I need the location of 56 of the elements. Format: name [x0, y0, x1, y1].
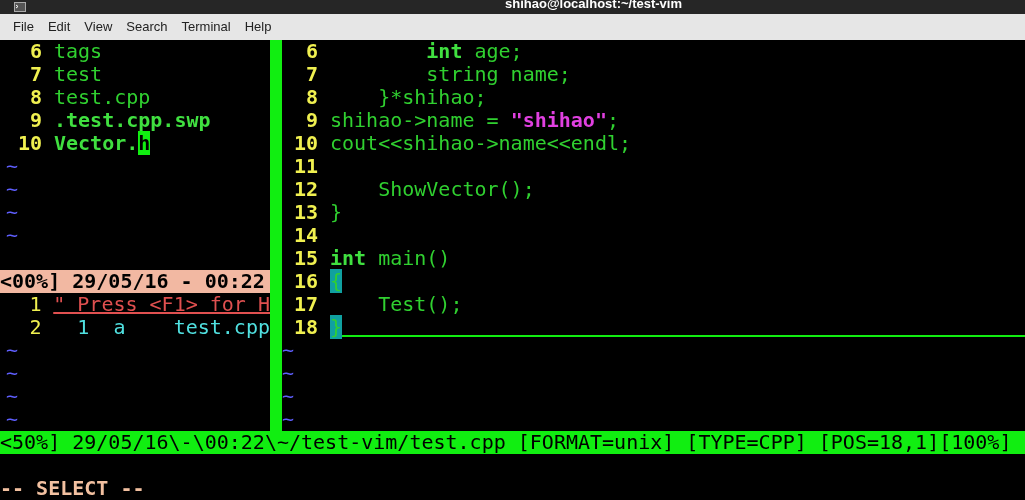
- empty-line-marker: ~: [282, 384, 295, 408]
- code-line: shihao->name = "shihao";: [330, 109, 619, 132]
- line-number: 12: [292, 178, 318, 201]
- line-number: 14: [292, 224, 318, 247]
- empty-line-marker: ~: [6, 338, 19, 362]
- empty-line-marker: ~: [6, 384, 19, 408]
- file-name: tags: [54, 40, 103, 63]
- code-line: cout<<shihao->name<<endl;: [330, 132, 632, 155]
- menu-item[interactable]: Help: [244, 17, 272, 37]
- file-name: test: [54, 63, 103, 86]
- mode-indicator: -- SELECT --: [0, 477, 146, 500]
- code-line: int age;: [425, 40, 523, 63]
- line-number: 10: [292, 132, 318, 155]
- empty-line-marker: ~: [282, 407, 295, 431]
- line-number: 13: [292, 201, 318, 224]
- empty-line-marker: ~: [6, 200, 19, 224]
- code-line: Test();: [377, 293, 463, 316]
- empty-line-marker: ~: [6, 154, 19, 178]
- code-line: int main(): [330, 247, 451, 270]
- empty-line-marker: ~: [6, 177, 19, 201]
- menu-item[interactable]: View: [84, 17, 113, 37]
- line-number: 9: [304, 109, 318, 132]
- empty-line-marker: ~: [282, 338, 295, 362]
- menu-item[interactable]: File: [13, 17, 34, 37]
- line-number: 11: [292, 155, 318, 178]
- menu-item[interactable]: Edit: [47, 17, 71, 37]
- line-number: 1: [28, 293, 42, 316]
- help-comment: " Press <F1> for H: [53, 293, 270, 316]
- line-number: 7: [28, 63, 42, 86]
- code-line: }: [330, 201, 343, 224]
- line-number: 18: [292, 316, 318, 339]
- empty-line-marker: ~: [6, 361, 19, 385]
- file-name: .test.cpp.swp: [54, 109, 211, 132]
- line-number: 6: [28, 40, 42, 63]
- code-line: }*shihao;: [377, 86, 487, 109]
- line-number: 8: [304, 86, 318, 109]
- line-number: 8: [28, 86, 42, 109]
- line-number: 9: [28, 109, 42, 132]
- file-name: test.cpp: [54, 86, 151, 109]
- file-name: Vector.h: [54, 132, 151, 155]
- line-number: 7: [304, 63, 318, 86]
- menu-item[interactable]: Terminal: [181, 17, 231, 37]
- empty-line-marker: ~: [282, 361, 295, 385]
- empty-line-marker: ~: [6, 223, 19, 247]
- code-line: ShowVector();: [377, 178, 535, 201]
- line-number: 16: [292, 270, 318, 293]
- buffer-entry: 1 a test.cpp: [76, 316, 270, 339]
- line-number: 6: [304, 40, 318, 63]
- line-number: 10: [16, 132, 42, 155]
- line-number: 17: [292, 293, 318, 316]
- line-number: 15: [292, 247, 318, 270]
- empty-line-marker: ~: [6, 407, 19, 431]
- menu-item[interactable]: Search: [126, 17, 168, 37]
- code-line: string name;: [425, 63, 571, 86]
- line-number: 2: [28, 316, 42, 339]
- terminal-icon: [14, 2, 26, 12]
